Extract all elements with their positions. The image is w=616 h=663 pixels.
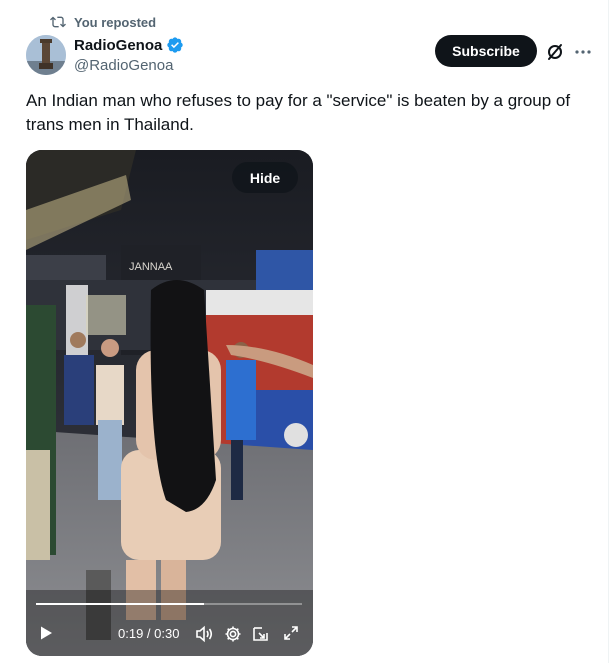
fullscreen-button[interactable] bbox=[282, 624, 300, 647]
verified-badge-icon bbox=[167, 37, 184, 53]
fullscreen-icon bbox=[284, 626, 298, 640]
settings-icon bbox=[225, 626, 241, 642]
volume-icon bbox=[196, 625, 213, 643]
video-frame: JANNAA bbox=[26, 150, 313, 656]
volume-button[interactable] bbox=[194, 624, 214, 649]
author-handle[interactable]: @RadioGenoa bbox=[74, 57, 184, 74]
picture-in-picture-button[interactable] bbox=[251, 624, 271, 649]
author-display-name[interactable]: RadioGenoa bbox=[74, 37, 162, 54]
avatar[interactable] bbox=[26, 35, 66, 75]
hide-media-button[interactable]: Hide bbox=[232, 162, 298, 193]
svg-text:JANNAA: JANNAA bbox=[129, 261, 173, 273]
author-info: RadioGenoa @RadioGenoa bbox=[74, 36, 184, 74]
more-icon bbox=[575, 50, 591, 54]
tweet-text: An Indian man who refuses to pay for a "… bbox=[26, 91, 571, 134]
avatar-image bbox=[26, 35, 66, 75]
column-border bbox=[608, 0, 609, 663]
repost-label: You reposted bbox=[74, 14, 157, 30]
picture-in-picture-icon bbox=[253, 627, 268, 641]
play-icon bbox=[41, 626, 52, 640]
subscribe-button[interactable]: Subscribe bbox=[435, 35, 537, 67]
grok-icon bbox=[548, 44, 562, 60]
video-player[interactable]: JANNAA bbox=[26, 150, 313, 656]
video-time-display: 0:19 / 0:30 bbox=[118, 626, 180, 641]
settings-button[interactable] bbox=[223, 624, 243, 649]
repost-indicator: You reposted bbox=[50, 13, 156, 31]
repost-icon bbox=[50, 16, 66, 28]
video-progress-bar[interactable] bbox=[36, 603, 302, 605]
more-button[interactable] bbox=[573, 42, 593, 62]
grok-button[interactable] bbox=[545, 42, 565, 62]
video-progress-fill bbox=[36, 603, 204, 605]
play-button[interactable] bbox=[38, 625, 54, 646]
